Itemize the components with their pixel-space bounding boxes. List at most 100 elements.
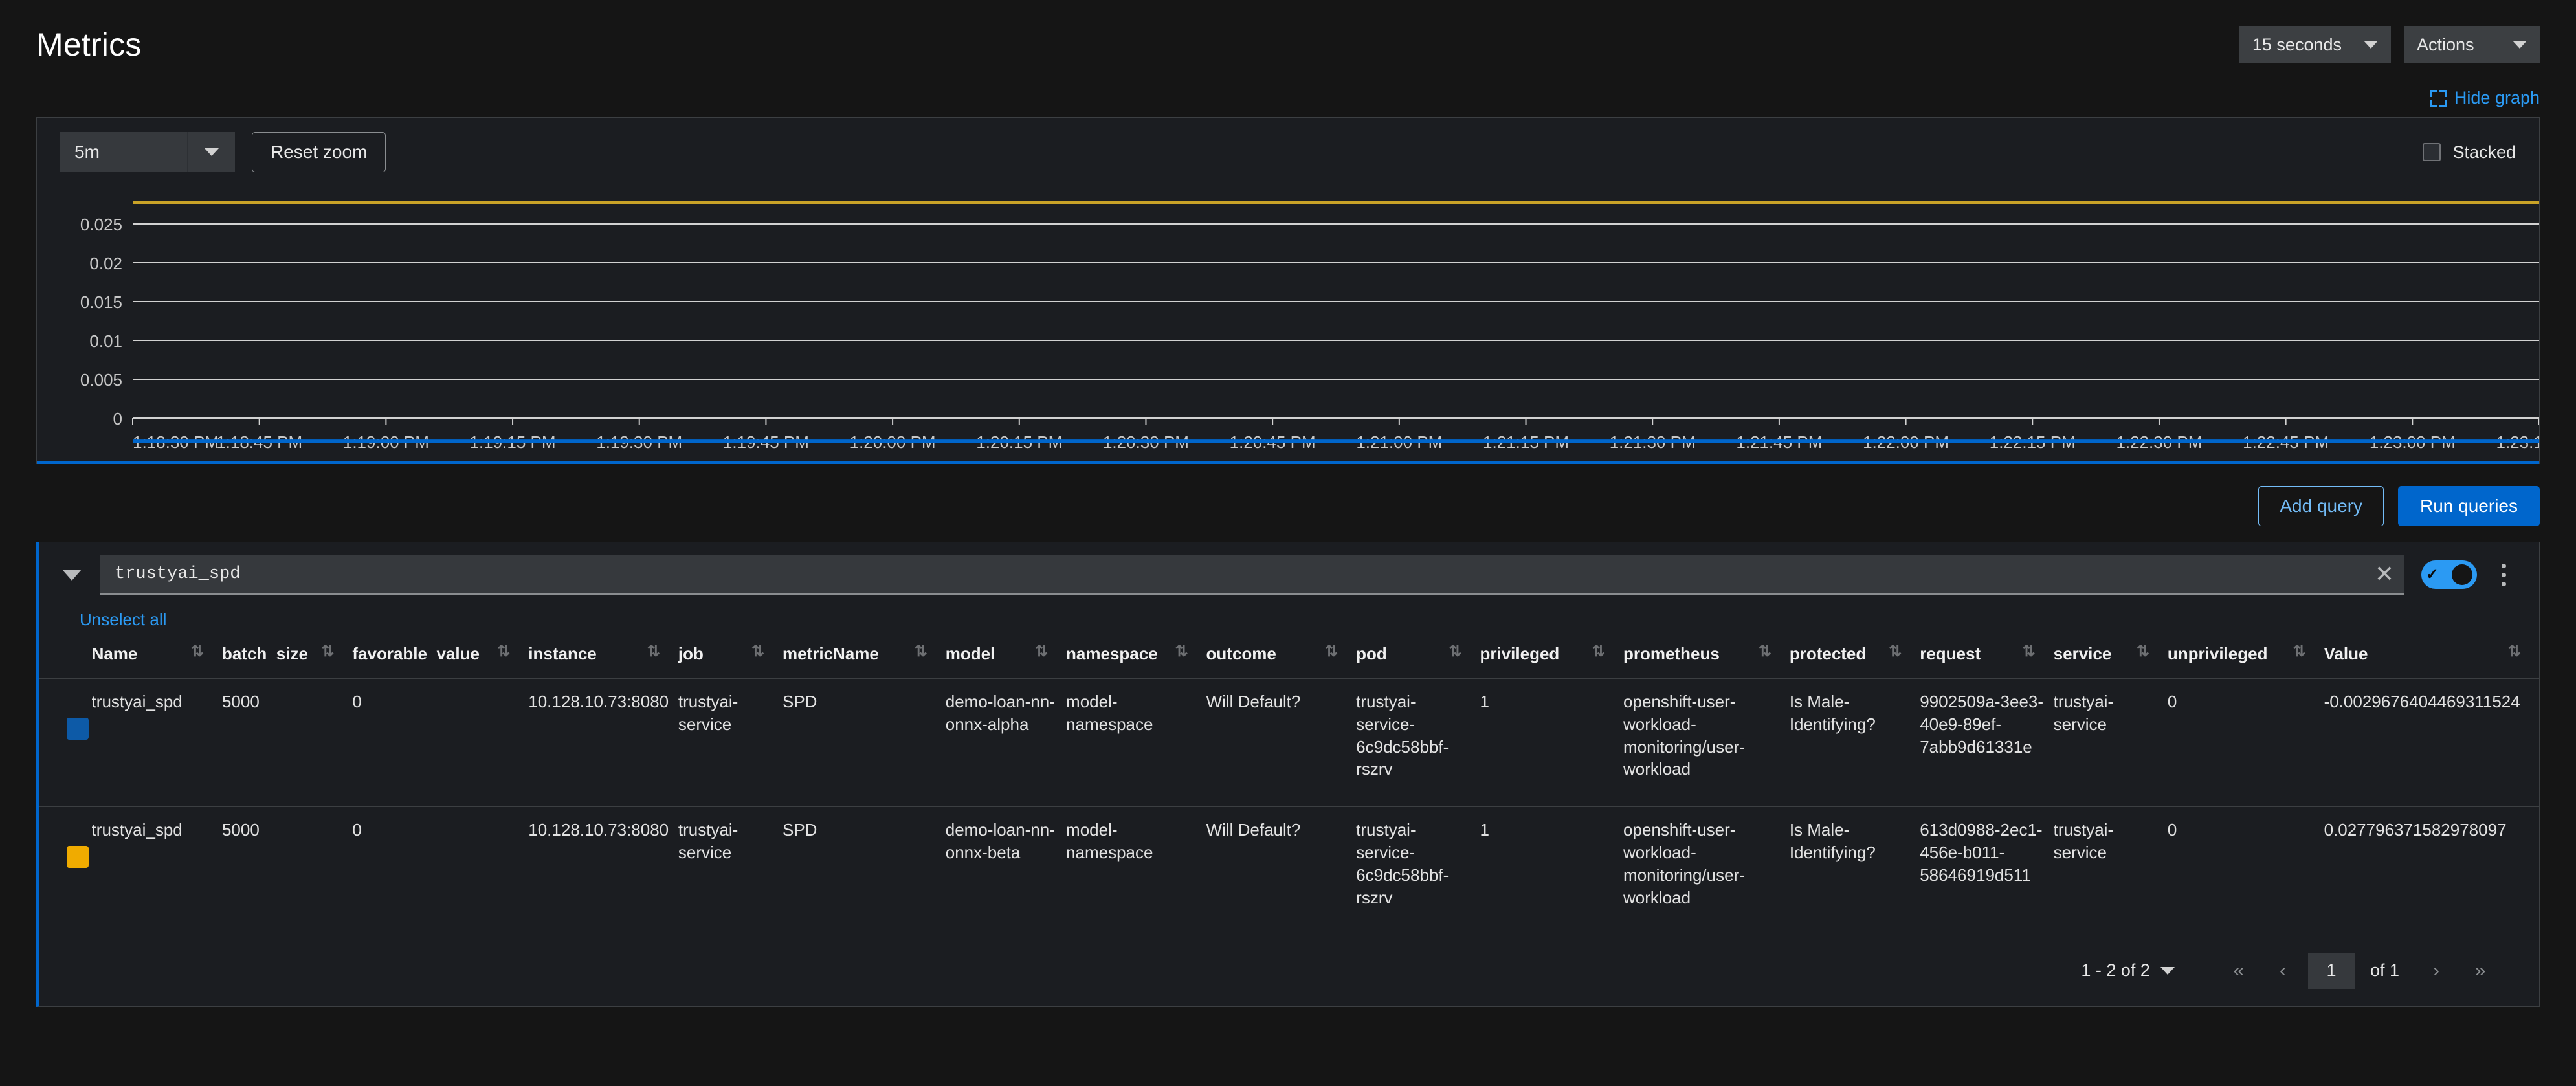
column-header-protected[interactable]: protected ⇅ <box>1790 630 1920 679</box>
column-header-pod[interactable]: pod ⇅ <box>1356 630 1480 679</box>
kebab-menu-icon[interactable] <box>2485 555 2522 595</box>
column-header-privileged[interactable]: privileged ⇅ <box>1480 630 1623 679</box>
column-header-label: outcome <box>1206 644 1276 663</box>
column-header-value[interactable]: Value ⇅ <box>2324 630 2539 679</box>
column-header-job[interactable]: job ⇅ <box>678 630 783 679</box>
cell-instance: 10.128.10.73:8080 <box>528 678 678 807</box>
y-axis-tick-label: 0.005 <box>80 370 122 390</box>
column-header-name[interactable]: Name ⇅ <box>92 630 222 679</box>
chart-plot-area[interactable]: 0 0.005 0.01 0.015 0.02 0.025 1:18:30 PM 1:18:… <box>37 185 2539 463</box>
column-header-service[interactable]: service ⇅ <box>2054 630 2168 679</box>
sort-icon[interactable]: ⇅ <box>1449 644 1471 659</box>
graph-toolbar: 5m Reset zoom Stacked <box>37 132 2539 172</box>
sort-icon[interactable]: ⇅ <box>497 644 519 659</box>
column-header-label: prometheus <box>1623 644 1720 663</box>
query-input[interactable] <box>100 564 2364 584</box>
cell-outcome: Will Default? <box>1206 678 1357 807</box>
run-queries-button[interactable]: Run queries <box>2398 486 2540 526</box>
sort-icon[interactable]: ⇅ <box>647 644 669 659</box>
query-actions: Add query Run queries <box>0 464 2576 526</box>
sort-icon[interactable]: ⇅ <box>1759 644 1781 659</box>
check-icon: ✓ <box>2426 566 2439 583</box>
column-header-label: namespace <box>1066 644 1158 663</box>
cell-batch_size: 5000 <box>221 806 353 935</box>
sort-icon[interactable]: ⇅ <box>2508 644 2530 659</box>
sort-icon[interactable]: ⇅ <box>1175 644 1197 659</box>
stacked-checkbox[interactable]: Stacked <box>2423 142 2516 162</box>
sort-icon[interactable]: ⇅ <box>915 644 937 659</box>
sort-icon[interactable]: ⇅ <box>321 644 343 659</box>
header-controls: 15 seconds Actions <box>2239 26 2540 63</box>
pagination: 1 - 2 of 2 « ‹ of 1 › » <box>39 935 2539 1006</box>
sort-icon[interactable]: ⇅ <box>2137 644 2159 659</box>
last-page-button[interactable]: » <box>2461 952 2499 990</box>
column-header-instance[interactable]: instance ⇅ <box>528 630 678 679</box>
actions-label: Actions <box>2417 34 2474 54</box>
cell-metricname: SPD <box>783 678 946 807</box>
hide-graph-button[interactable]: Hide graph <box>2429 88 2540 108</box>
table-row[interactable]: trustyai_spd 5000 0 10.128.10.73:8080 trusty… <box>39 678 2539 807</box>
page-header: Metrics 15 seconds Actions <box>0 0 2576 71</box>
cell-value: -0.0029676404469311524 <box>2324 678 2539 807</box>
prev-page-button[interactable]: ‹ <box>2264 952 2302 990</box>
column-header-namespace[interactable]: namespace ⇅ <box>1066 630 1206 679</box>
time-span-dropdown[interactable]: 5m <box>60 132 235 172</box>
sort-icon[interactable]: ⇅ <box>1325 644 1347 659</box>
chevron-down-icon <box>62 569 82 581</box>
query-enabled-toggle[interactable]: ✓ <box>2421 560 2477 589</box>
sort-icon[interactable]: ⇅ <box>2293 644 2315 659</box>
cell-prometheus: openshift-user-workload-monitoring/user-… <box>1623 806 1790 935</box>
series-color-swatch[interactable] <box>67 846 89 869</box>
close-icon[interactable]: ✕ <box>2364 554 2404 594</box>
column-header-metricname[interactable]: metricName ⇅ <box>783 630 946 679</box>
cell-pod: trustyai-service-6c9dc58bbf-rszrv <box>1356 806 1480 935</box>
series-color-swatch-cell[interactable] <box>39 678 92 807</box>
cell-service: trustyai-service <box>2053 806 2168 935</box>
column-header-label: model <box>945 644 995 663</box>
graph-toolbar-left: 5m Reset zoom <box>60 132 386 172</box>
cell-namespace: model-namespace <box>1066 806 1206 935</box>
query-bar: ✕ ✓ <box>39 542 2539 607</box>
column-header-outcome[interactable]: outcome ⇅ <box>1206 630 1357 679</box>
actions-dropdown[interactable]: Actions <box>2404 26 2540 63</box>
pagination-total-label: of 1 <box>2370 960 2399 981</box>
column-header-batch_size[interactable]: batch_size ⇅ <box>222 630 352 679</box>
cell-job: trustyai-service <box>678 806 783 935</box>
cell-unprivileged: 0 <box>2167 678 2324 807</box>
sort-icon[interactable]: ⇅ <box>751 644 773 659</box>
pagination-range-label: 1 - 2 of 2 <box>2081 960 2150 981</box>
column-header-model[interactable]: model ⇅ <box>946 630 1066 679</box>
add-query-button[interactable]: Add query <box>2258 486 2384 526</box>
column-header-prometheus[interactable]: prometheus ⇅ <box>1623 630 1790 679</box>
series-color-swatch-cell[interactable] <box>39 806 92 935</box>
page-number-input[interactable] <box>2307 952 2355 989</box>
reset-zoom-button[interactable]: Reset zoom <box>252 132 386 172</box>
series-color-swatch[interactable] <box>67 718 89 740</box>
series-table-head: Name ⇅ batch_size ⇅ favorable_value ⇅ instance… <box>39 630 2539 679</box>
refresh-interval-dropdown[interactable]: 15 seconds <box>2239 26 2391 63</box>
table-row[interactable]: trustyai_spd 5000 0 10.128.10.73:8080 trusty… <box>39 806 2539 935</box>
first-page-button[interactable]: « <box>2220 952 2258 990</box>
sort-icon[interactable]: ⇅ <box>1889 644 1911 659</box>
stacked-label: Stacked <box>2452 142 2516 162</box>
pagination-range-dropdown[interactable]: 1 - 2 of 2 <box>2081 960 2175 981</box>
cell-job: trustyai-service <box>678 678 783 807</box>
cell-model: demo-loan-nn-onnx-alpha <box>945 678 1067 807</box>
sort-icon[interactable]: ⇅ <box>2023 644 2045 659</box>
column-header-request[interactable]: request ⇅ <box>1920 630 2053 679</box>
y-axis-tick-label: 0.02 <box>89 254 122 273</box>
column-header-label: protected <box>1789 644 1867 663</box>
stacked-checkbox-box[interactable] <box>2423 143 2441 161</box>
unselect-all-button[interactable]: Unselect all <box>39 607 166 630</box>
chevron-down-icon <box>187 132 235 172</box>
metrics-line-chart[interactable]: 00.0050.010.0150.020.025 1:18:30 PM1:18:… <box>37 185 2539 463</box>
next-page-button[interactable]: › <box>2417 952 2455 990</box>
cell-request: 613d0988-2ec1-456e-b011-58646919d511 <box>1920 806 2054 935</box>
sort-icon[interactable]: ⇅ <box>1592 644 1614 659</box>
cell-name: trustyai_spd <box>91 678 222 807</box>
column-header-favorable_value[interactable]: favorable_value ⇅ <box>352 630 528 679</box>
column-header-unprivileged[interactable]: unprivileged ⇅ <box>2168 630 2324 679</box>
sort-icon[interactable]: ⇅ <box>1035 644 1057 659</box>
sort-icon[interactable]: ⇅ <box>191 644 213 659</box>
expand-query-toggle[interactable] <box>51 554 93 595</box>
